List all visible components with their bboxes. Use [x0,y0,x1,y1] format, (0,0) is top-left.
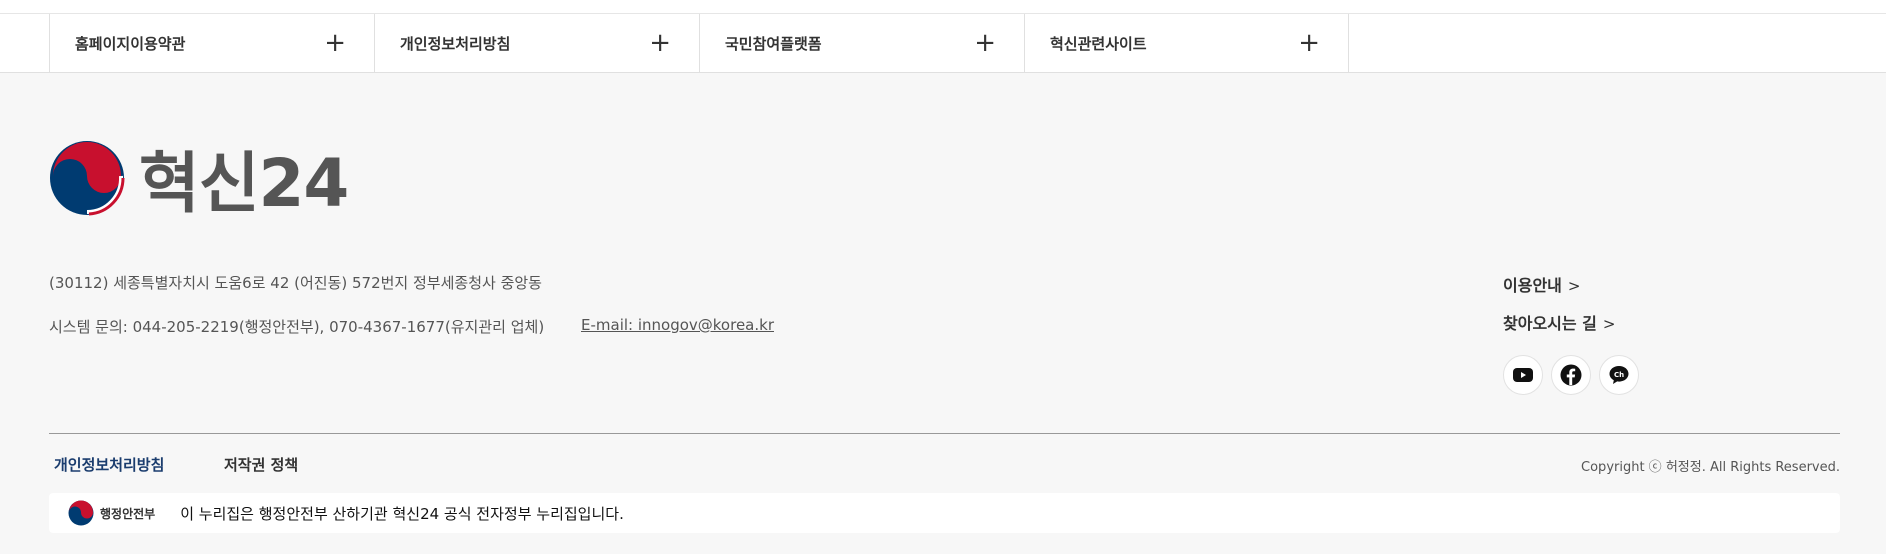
email-link[interactable]: E-mail: innogov@korea.kr [581,316,774,334]
svg-text:Ch: Ch [1614,371,1624,379]
plus-icon: + [1298,28,1320,58]
gov-notice-text: 이 누리집은 행정안전부 산하기관 혁신24 공식 전자정부 누리집입니다. [180,504,624,523]
gov-org-name: 행정안전부 [100,506,156,521]
menu-item-terms[interactable]: 홈페이지이용약관 + [49,14,374,72]
menu-label: 국민참여플랫폼 [725,34,822,53]
plus-icon: + [974,28,996,58]
copyright-policy-label: 저작권 정책 [224,456,299,474]
site-logo[interactable]: 혁신24 [49,140,359,222]
gov-identity-bar: 행정안전부 이 누리집은 행정안전부 산하기관 혁신24 공식 전자정부 누리집… [49,493,1840,533]
plus-icon: + [649,28,671,58]
logo-text: 혁신24 [139,145,349,222]
menu-item-participation[interactable]: 국민참여플랫폼 + [699,14,1024,72]
chevron-right-icon: > [1567,277,1581,295]
top-strip [0,0,1886,13]
plus-icon: + [324,28,346,58]
menu-label: 개인정보처리방침 [400,34,511,53]
usage-guide-label: 이용안내 [1503,276,1562,295]
youtube-icon [1513,368,1533,382]
kakao-channel-button[interactable]: Ch [1599,355,1639,395]
footer-menu-bar: 홈페이지이용약관 + 개인정보처리방침 + 국민참여플랫폼 + 혁신관련사이트 … [0,13,1886,73]
privacy-policy-label: 개인정보처리방침 [54,456,165,474]
youtube-button[interactable] [1503,355,1543,395]
menu-label: 홈페이지이용약관 [75,34,186,53]
privacy-policy-link[interactable]: 개인정보처리방침 [54,454,164,475]
address-text: (30112) 세종특별자치시 도움6로 42 (어진동) 572번지 정부세종… [49,274,542,292]
facebook-button[interactable] [1551,355,1591,395]
menu-item-related-sites[interactable]: 혁신관련사이트 + [1024,14,1349,72]
menu-item-privacy[interactable]: 개인정보처리방침 + [374,14,699,72]
directions-link[interactable]: 찾아오시는 길 > [1503,310,1615,334]
copyright-text: Copyright ⓒ 허정정. All Rights Reserved. [1581,460,1840,475]
facebook-icon [1560,364,1582,386]
kakao-channel-icon: Ch [1609,366,1629,384]
chevron-right-icon: > [1602,315,1616,333]
gov-emblem-icon [68,500,94,526]
footer-divider [49,433,1840,434]
copyright-policy-link[interactable]: 저작권 정책 [224,454,298,475]
taegeuk-emblem-icon [50,141,125,216]
usage-guide-link[interactable]: 이용안내 > [1503,272,1580,296]
directions-label: 찾아오시는 길 [1503,314,1597,333]
menu-label: 혁신관련사이트 [1050,34,1147,53]
contact-text: 시스템 문의: 044-205-2219(행정안전부), 070-4367-16… [49,318,545,336]
